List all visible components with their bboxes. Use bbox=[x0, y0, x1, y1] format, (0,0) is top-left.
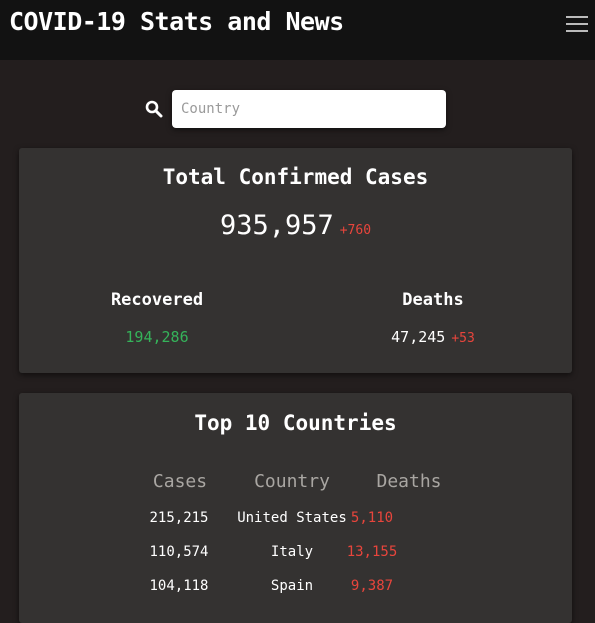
app-header: COVID-19 Stats and News bbox=[0, 0, 595, 60]
total-cases-card: Total Confirmed Cases 935,957 +760 Recove… bbox=[19, 148, 572, 373]
table-row[interactable]: 215,215 United States 5,110 bbox=[19, 510, 572, 534]
deaths-delta: +53 bbox=[451, 331, 475, 346]
deaths-line: 47,245 +53 bbox=[343, 328, 523, 346]
table-row[interactable]: 104,118 Spain 9,387 bbox=[19, 578, 572, 602]
total-cases-line: 935,957 +760 bbox=[19, 210, 572, 241]
table-row[interactable]: 110,574 Italy 13,155 bbox=[19, 544, 572, 568]
recovered-value: 194,286 bbox=[125, 328, 189, 346]
app-title: COVID-19 Stats and News bbox=[9, 7, 344, 36]
search-icon bbox=[145, 100, 163, 118]
total-confirmed-value: 935,957 bbox=[219, 210, 334, 241]
total-cases-title: Total Confirmed Cases bbox=[162, 165, 429, 189]
top-countries-card: Top 10 Countries Cases Country Deaths 21… bbox=[19, 393, 572, 623]
row-deaths: 13,155 bbox=[346, 544, 398, 560]
hamburger-menu-icon[interactable] bbox=[566, 15, 588, 33]
column-header-deaths: Deaths bbox=[376, 471, 442, 492]
deaths-value: 47,245 bbox=[391, 328, 446, 346]
deaths-label: Deaths bbox=[402, 290, 464, 310]
top-countries-title: Top 10 Countries bbox=[194, 411, 397, 435]
row-deaths: 9,387 bbox=[350, 578, 394, 594]
row-deaths: 5,110 bbox=[350, 510, 394, 526]
total-confirmed-delta: +760 bbox=[339, 223, 372, 238]
recovered-label: Recovered bbox=[110, 290, 204, 310]
country-search-input[interactable] bbox=[172, 90, 446, 128]
